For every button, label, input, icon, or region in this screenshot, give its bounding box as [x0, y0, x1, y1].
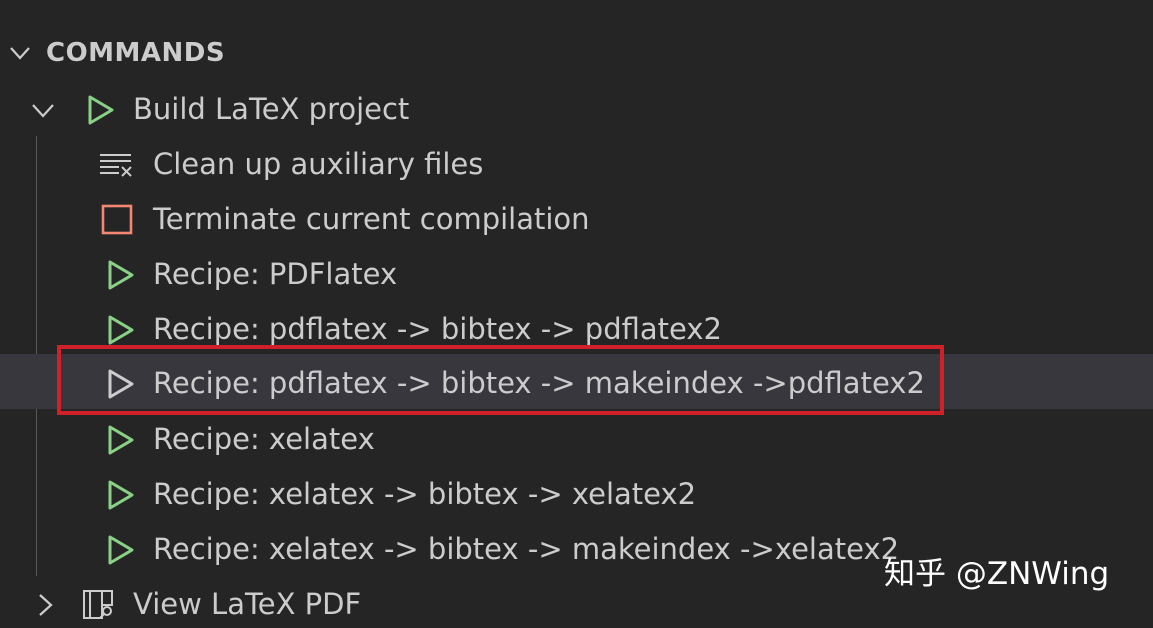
section-title: COMMANDS: [46, 38, 226, 68]
tree-item-label: Recipe: xelatex -> bibtex -> xelatex2: [153, 477, 697, 511]
play-icon: [108, 315, 134, 345]
chevron-down-icon: [32, 104, 54, 118]
chevron-right-icon: [39, 594, 53, 616]
play-icon: [108, 425, 134, 455]
tree-item-label: Recipe: xelatex -> bibtex -> makeindex -…: [153, 532, 900, 566]
clear-all-icon: [100, 154, 132, 177]
tree-item-recipe-xelatex[interactable]: Recipe: xelatex: [0, 412, 1153, 467]
view-pdf-icon: [83, 590, 113, 619]
tree-item-label: Recipe: PDFlatex: [153, 257, 398, 291]
highlight-annotation-box: [57, 345, 944, 415]
tree-item-label: Recipe: pdflatex -> bibtex -> pdflatex2: [153, 312, 722, 346]
tree-item-recipe-xelatex-bibtex-xelatex2[interactable]: Recipe: xelatex -> bibtex -> xelatex2: [0, 467, 1153, 522]
chevron-down-icon: [10, 47, 30, 60]
play-icon: [108, 260, 134, 290]
tree-item-recipe-pdflatex[interactable]: Recipe: PDFlatex: [0, 247, 1153, 302]
tree-item-clean-auxiliary-files[interactable]: Clean up auxiliary files: [0, 137, 1153, 192]
tree-item-label: View LaTeX PDF: [133, 587, 362, 621]
commands-panel: COMMANDS Build LaTeX project Clean up au…: [0, 0, 1153, 628]
stop-icon: [101, 204, 133, 235]
watermark-text: 知乎 @ZNWing: [884, 556, 1110, 592]
tree-item-terminate-compilation[interactable]: Terminate current compilation: [0, 192, 1153, 247]
play-icon: [108, 480, 134, 510]
play-icon: [88, 95, 114, 125]
tree-item-label: Clean up auxiliary files: [153, 147, 484, 181]
tree-item-build-latex-project[interactable]: Build LaTeX project: [0, 82, 1153, 137]
tree-item-label: Build LaTeX project: [133, 92, 410, 126]
tree-item-label: Terminate current compilation: [153, 202, 590, 236]
tree-item-label: Recipe: xelatex: [153, 422, 375, 456]
play-icon: [108, 535, 134, 565]
commands-section-header[interactable]: COMMANDS: [0, 28, 1153, 78]
